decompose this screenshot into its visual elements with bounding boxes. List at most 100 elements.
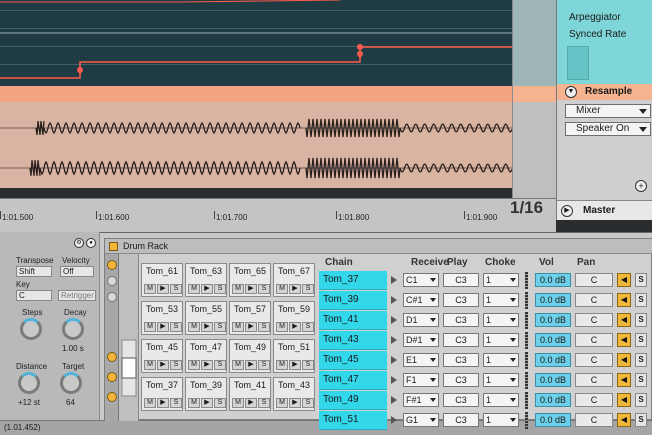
drum-pad[interactable]: Tom_59 M ▶ S [273, 301, 315, 335]
play-icon[interactable]: ▶ [561, 205, 573, 217]
preview-button[interactable]: ▶ [157, 398, 169, 408]
chain-name[interactable]: Tom_47 [319, 371, 387, 390]
drum-pad[interactable]: Tom_67 M ▶ S [273, 263, 315, 297]
choke-select[interactable]: 1 [483, 393, 519, 407]
receive-select[interactable]: D#1 [403, 333, 439, 347]
key-select[interactable]: C [16, 290, 52, 301]
solo-button[interactable]: S [302, 360, 314, 370]
choke-select[interactable]: 1 [483, 353, 519, 367]
arpeggiator-chooser[interactable]: Arpeggiator Synced Rate [557, 0, 652, 84]
mute-button[interactable]: M [232, 360, 244, 370]
play-select[interactable]: C3 [443, 353, 479, 367]
distance-knob[interactable] [18, 372, 40, 394]
mute-button[interactable]: M [144, 322, 156, 332]
chain-play-icon[interactable] [391, 416, 397, 424]
solo-button[interactable]: S [170, 284, 182, 294]
mute-button[interactable]: M [188, 360, 200, 370]
chain-play-icon[interactable] [391, 296, 397, 304]
chain-name[interactable]: Tom_39 [319, 291, 387, 310]
solo-button[interactable]: S [214, 360, 226, 370]
drum-pad[interactable]: Tom_39 M ▶ S [185, 377, 227, 411]
chain-solo-button[interactable]: S [635, 373, 647, 387]
mute-button[interactable]: M [144, 360, 156, 370]
chain-name[interactable]: Tom_37 [319, 271, 387, 290]
mute-button[interactable]: M [188, 398, 200, 408]
drum-pad[interactable]: Tom_37 M ▶ S [141, 377, 183, 411]
preview-button[interactable]: ▶ [245, 284, 257, 294]
preview-button[interactable]: ▶ [289, 360, 301, 370]
show-sends-icon[interactable] [107, 372, 117, 382]
automation-lane[interactable] [0, 0, 512, 86]
solo-button[interactable]: S [214, 398, 226, 408]
chain-play-icon[interactable] [391, 276, 397, 284]
drum-pad[interactable]: Tom_57 M ▶ S [229, 301, 271, 335]
device-on-toggle[interactable] [109, 242, 118, 251]
receive-select[interactable]: E1 [403, 353, 439, 367]
play-select[interactable]: C3 [443, 273, 479, 287]
retrigger-button[interactable]: Retrigger [58, 290, 96, 301]
receive-select[interactable]: G1 [403, 413, 439, 427]
chain-row[interactable]: Tom_41 D1 C3 1 0.0 dB C ◀ S [319, 311, 652, 330]
speaker-icon[interactable]: ◀ [617, 313, 631, 327]
preview-button[interactable]: ▶ [157, 284, 169, 294]
automation-envelope[interactable] [0, 0, 512, 86]
chain-name[interactable]: Tom_51 [319, 411, 387, 430]
time-ruler[interactable]: 1:01.500 1:01.600 1:01.700 1:01.800 1:01… [0, 198, 556, 232]
mute-button[interactable]: M [276, 398, 288, 408]
chain-name[interactable]: Tom_41 [319, 311, 387, 330]
preview-button[interactable]: ▶ [201, 322, 213, 332]
volume-field[interactable]: 0.0 dB [535, 393, 571, 407]
chain-solo-button[interactable]: S [635, 313, 647, 327]
steps-knob[interactable] [20, 318, 42, 340]
solo-button[interactable]: S [170, 360, 182, 370]
mute-button[interactable]: M [276, 284, 288, 294]
mixer-dropdown[interactable]: Mixer [565, 104, 651, 118]
drum-pad[interactable]: Tom_47 M ▶ S [185, 339, 227, 373]
transpose-select[interactable]: Shift [16, 266, 52, 277]
solo-button[interactable]: S [258, 284, 270, 294]
volume-field[interactable]: 0.0 dB [535, 333, 571, 347]
solo-button[interactable]: S [170, 398, 182, 408]
chain-row[interactable]: Tom_49 F#1 C3 1 0.0 dB C ◀ S [319, 391, 652, 410]
show-chains-icon[interactable] [107, 260, 117, 270]
chain-play-icon[interactable] [391, 376, 397, 384]
solo-button[interactable]: S [214, 322, 226, 332]
preview-button[interactable]: ▶ [289, 322, 301, 332]
pan-field[interactable]: C [575, 373, 613, 387]
expand-toggle-icon[interactable]: ▼ [565, 86, 577, 98]
pan-field[interactable]: C [575, 413, 613, 427]
solo-button[interactable]: S [302, 284, 314, 294]
drum-pad[interactable]: Tom_61 M ▶ S [141, 263, 183, 297]
volume-field[interactable]: 0.0 dB [535, 353, 571, 367]
speaker-icon[interactable]: ◀ [617, 273, 631, 287]
solo-button[interactable]: S [258, 360, 270, 370]
volume-field[interactable]: 0.0 dB [535, 273, 571, 287]
preview-button[interactable]: ▶ [201, 284, 213, 294]
chain-play-icon[interactable] [391, 336, 397, 344]
play-select[interactable]: C3 [443, 313, 479, 327]
preview-button[interactable]: ▶ [157, 322, 169, 332]
device-menu-icon[interactable]: ⚙ [74, 238, 84, 248]
mute-button[interactable]: M [188, 284, 200, 294]
add-icon[interactable]: + [635, 180, 647, 192]
drum-pad[interactable]: Tom_55 M ▶ S [185, 301, 227, 335]
solo-button[interactable]: S [258, 322, 270, 332]
chain-row[interactable]: Tom_39 C#1 C3 1 0.0 dB C ◀ S [319, 291, 652, 310]
solo-button[interactable]: S [302, 322, 314, 332]
chain-play-icon[interactable] [391, 396, 397, 404]
mute-button[interactable]: M [276, 322, 288, 332]
show-macros-icon[interactable] [107, 276, 117, 286]
play-select[interactable]: C3 [443, 333, 479, 347]
chain-solo-button[interactable]: S [635, 413, 647, 427]
chain-row[interactable]: Tom_43 D#1 C3 1 0.0 dB C ◀ S [319, 331, 652, 350]
volume-field[interactable]: 0.0 dB [535, 373, 571, 387]
solo-button[interactable]: S [214, 284, 226, 294]
volume-field[interactable]: 0.0 dB [535, 313, 571, 327]
velocity-select[interactable]: Off [60, 266, 94, 277]
chain-row[interactable]: Tom_45 E1 C3 1 0.0 dB C ◀ S [319, 351, 652, 370]
chain-solo-button[interactable]: S [635, 333, 647, 347]
preview-button[interactable]: ▶ [245, 398, 257, 408]
receive-select[interactable]: F1 [403, 373, 439, 387]
play-select[interactable]: C3 [443, 293, 479, 307]
mute-button[interactable]: M [232, 322, 244, 332]
